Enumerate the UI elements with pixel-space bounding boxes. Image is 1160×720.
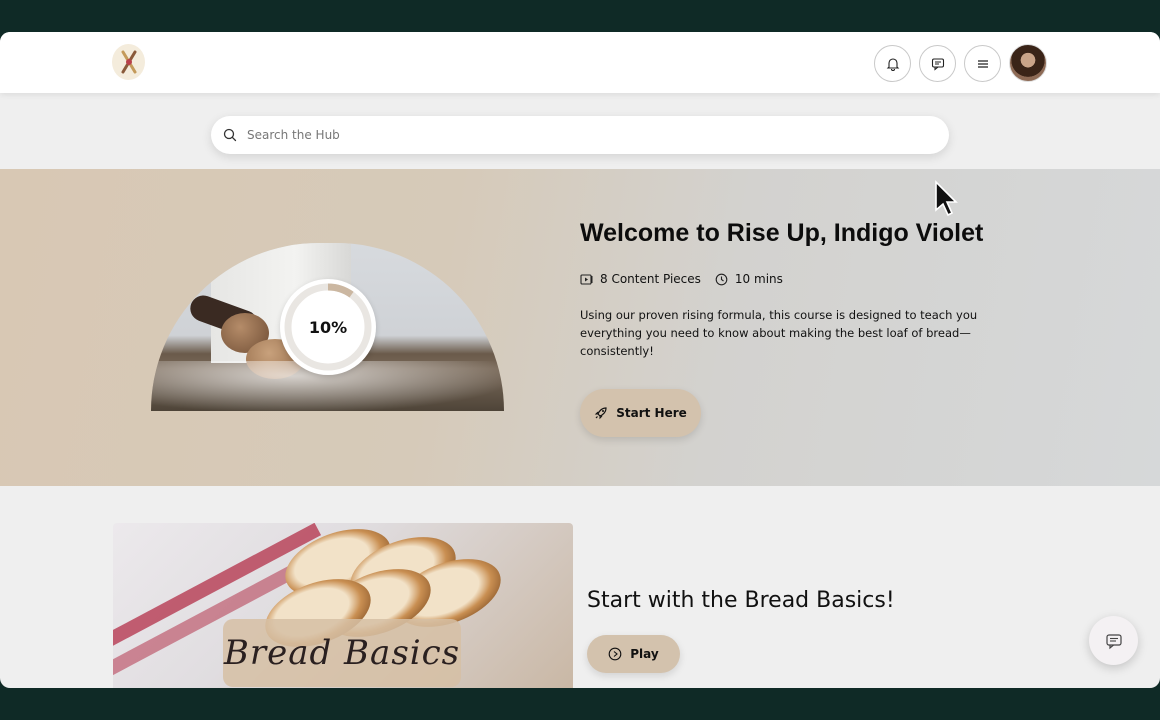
bell-icon — [886, 57, 899, 71]
content-count: 8 Content Pieces — [580, 272, 701, 286]
play-button[interactable]: Play — [587, 635, 680, 673]
menu-icon — [977, 59, 988, 68]
play-circle-icon — [608, 647, 622, 661]
clock-icon — [715, 273, 728, 285]
rocket-icon — [595, 407, 607, 420]
section-title: Start with the Bread Basics! — [587, 588, 895, 613]
notifications-button[interactable] — [874, 45, 911, 82]
menu-button[interactable] — [964, 45, 1001, 82]
chat-fab-button[interactable] — [1089, 616, 1138, 665]
thumbnail-caption: Bread Basics — [223, 619, 461, 687]
course-description: Using our proven rising formula, this co… — [580, 308, 978, 358]
video-icon — [580, 273, 593, 285]
chat-icon — [931, 57, 944, 71]
logo[interactable] — [112, 44, 145, 80]
start-here-button[interactable]: Start Here — [580, 389, 701, 437]
start-here-label: Start Here — [616, 406, 687, 420]
search-bar[interactable] — [211, 116, 949, 154]
top-header — [0, 32, 1160, 93]
mouse-cursor-icon — [935, 180, 958, 217]
search-input[interactable] — [247, 128, 927, 142]
play-label: Play — [630, 647, 659, 661]
bread-basics-thumbnail[interactable]: Bread Basics — [113, 523, 573, 688]
duration: 10 mins — [715, 272, 783, 286]
chat-icon — [1105, 633, 1122, 649]
rolling-pin-logo-icon — [121, 50, 136, 74]
course-meta: 8 Content Pieces 10 mins — [580, 272, 783, 286]
messages-button[interactable] — [919, 45, 956, 82]
hero-title: Welcome to Rise Up, Indigo Violet — [580, 219, 984, 247]
progress-ring: 10% — [280, 279, 376, 375]
search-icon — [223, 128, 237, 142]
user-avatar[interactable] — [1009, 44, 1047, 82]
content-count-label: 8 Content Pieces — [600, 272, 701, 286]
app-window: 10% Welcome to Rise Up, Indigo Violet 8 … — [0, 32, 1160, 688]
hero-banner: 10% Welcome to Rise Up, Indigo Violet 8 … — [0, 169, 1160, 486]
duration-label: 10 mins — [734, 272, 783, 286]
progress-percentage: 10% — [308, 317, 348, 337]
